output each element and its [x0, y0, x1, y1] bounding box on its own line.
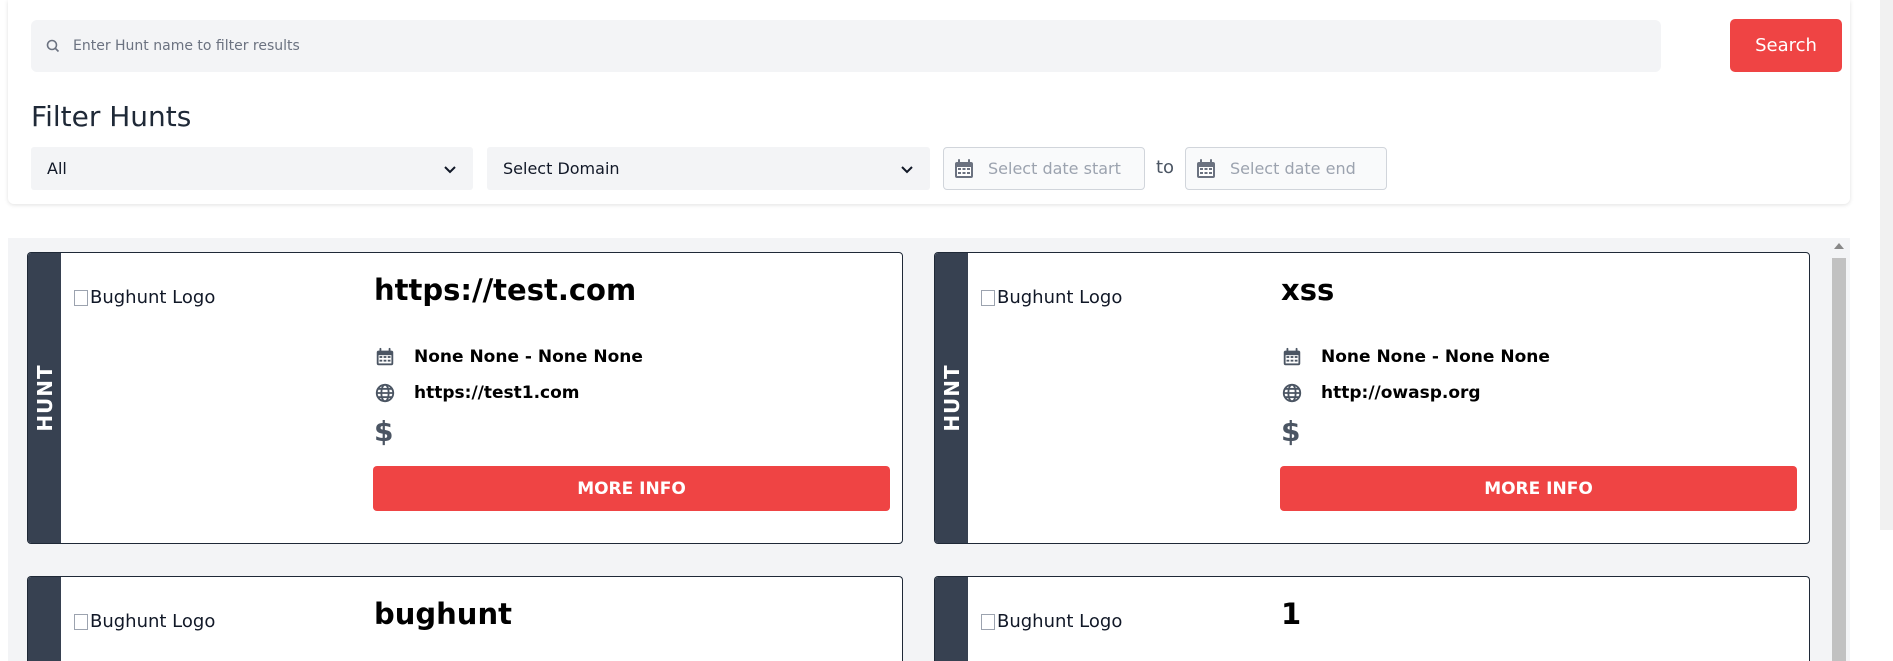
hunt-title: xss	[1281, 273, 1335, 307]
date-range-separator: to	[1156, 157, 1175, 178]
dollar-icon: $	[1281, 415, 1301, 448]
status-select-value: All	[47, 159, 67, 178]
status-select[interactable]: All	[31, 147, 473, 190]
results-scrollbar[interactable]	[1830, 240, 1847, 661]
calendar-icon	[376, 347, 394, 366]
hunt-band	[935, 577, 968, 661]
more-info-button[interactable]: MORE INFO	[373, 466, 890, 511]
dollar-icon: $	[374, 415, 394, 448]
hunt-dates: None None - None None	[374, 346, 643, 368]
domain-select[interactable]: Select Domain	[487, 147, 930, 190]
calendar-icon	[1197, 158, 1215, 178]
broken-image-icon	[74, 289, 88, 306]
hunt-title: bughunt	[374, 597, 512, 631]
search-icon	[46, 39, 60, 53]
hunt-logo: Bughunt Logo	[74, 287, 215, 308]
filter-panel: Search Filter Hunts All Select Domain Se…	[8, 0, 1850, 204]
broken-image-icon	[74, 613, 88, 630]
search-bar[interactable]	[31, 20, 1661, 72]
scrollbar-thumb[interactable]	[1832, 258, 1846, 661]
scroll-up-arrow-icon[interactable]	[1834, 243, 1844, 249]
chevron-down-icon	[444, 165, 456, 173]
hunt-url: http://owasp.org	[1281, 382, 1481, 404]
hunt-band: HUNT	[935, 253, 968, 543]
hunt-logo: Bughunt Logo	[981, 287, 1122, 308]
hunt-results[interactable]: HUNT Bughunt Logo https://test.com None …	[8, 238, 1850, 661]
hunt-card: Bughunt Logo bughunt	[27, 576, 903, 661]
calendar-icon	[1283, 347, 1301, 366]
broken-image-icon	[981, 613, 995, 630]
page-scrollbar[interactable]	[1880, 0, 1893, 530]
search-input[interactable]	[73, 20, 1661, 72]
date-start-input[interactable]: Select date start	[943, 147, 1145, 190]
globe-icon	[375, 383, 395, 403]
hunt-title: 1	[1281, 597, 1302, 631]
hunt-url: https://test1.com	[374, 382, 580, 404]
hunt-title: https://test.com	[374, 273, 637, 307]
more-info-button[interactable]: MORE INFO	[1280, 466, 1797, 511]
hunt-logo: Bughunt Logo	[74, 611, 215, 632]
calendar-icon	[955, 158, 973, 178]
hunt-logo: Bughunt Logo	[981, 611, 1122, 632]
hunt-card: HUNT Bughunt Logo xss None None - None N…	[934, 252, 1810, 544]
date-end-input[interactable]: Select date end	[1185, 147, 1387, 190]
search-button[interactable]: Search	[1730, 19, 1842, 72]
hunt-card: HUNT Bughunt Logo https://test.com None …	[27, 252, 903, 544]
date-end-placeholder: Select date end	[1230, 159, 1356, 178]
hunt-card: Bughunt Logo 1	[934, 576, 1810, 661]
chevron-down-icon	[901, 165, 913, 173]
hunt-band	[28, 577, 61, 661]
domain-select-value: Select Domain	[503, 159, 620, 178]
date-start-placeholder: Select date start	[988, 159, 1121, 178]
filter-title: Filter Hunts	[31, 100, 192, 133]
globe-icon	[1282, 383, 1302, 403]
hunt-band: HUNT	[28, 253, 61, 543]
broken-image-icon	[981, 289, 995, 306]
hunt-dates: None None - None None	[1281, 346, 1550, 368]
